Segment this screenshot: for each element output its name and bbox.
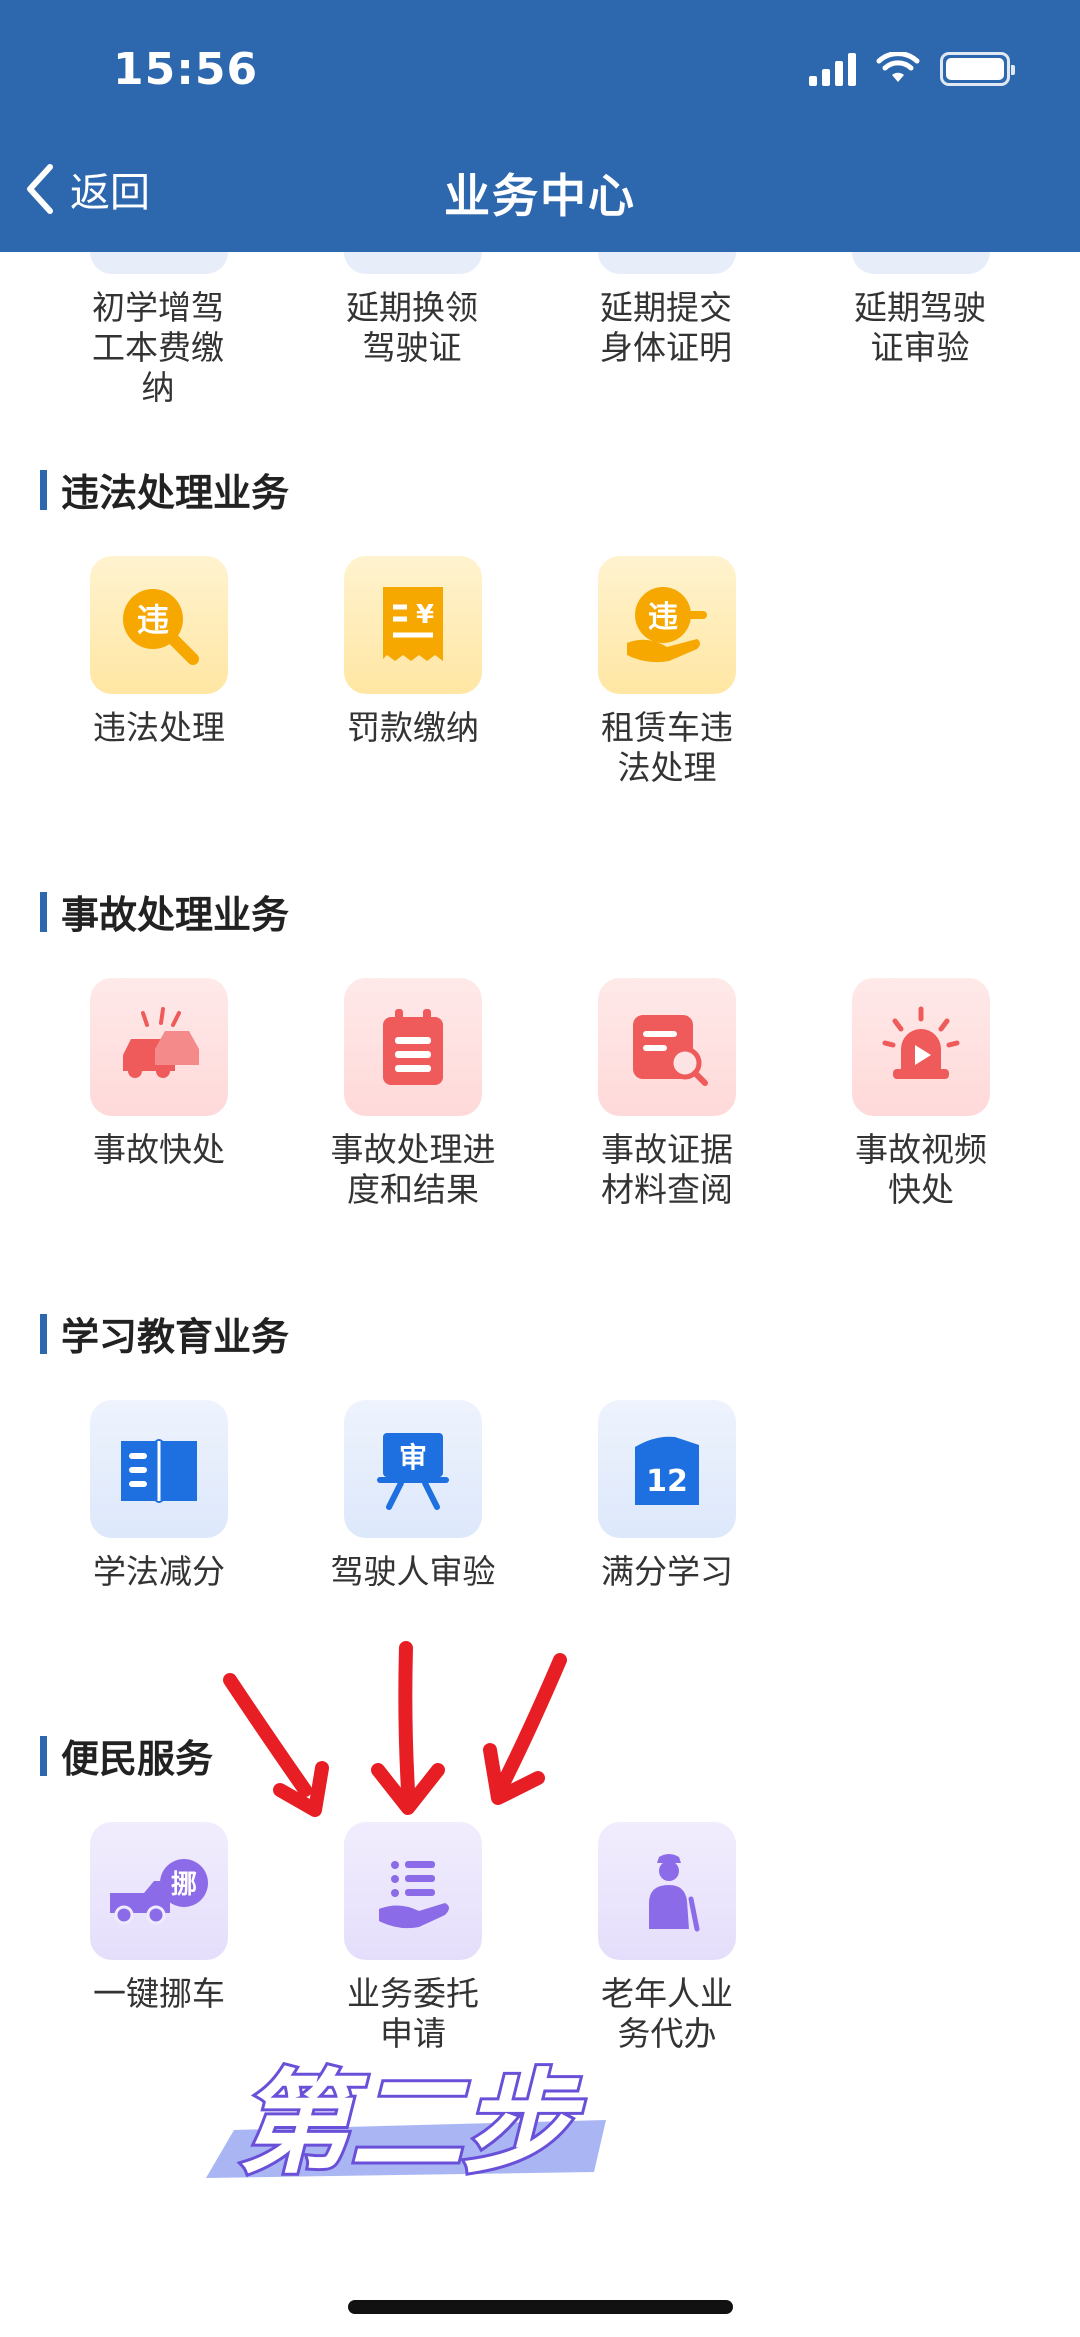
- service-label: 满分学习: [601, 1552, 733, 1591]
- service-item-accident-progress[interactable]: 事故处理进度和结果: [286, 978, 540, 1210]
- elderly-person-icon: [598, 1822, 736, 1960]
- section-title-text: 事故处理业务: [61, 893, 290, 937]
- move-glyph: 挪: [171, 1870, 197, 1900]
- book-icon: [90, 1400, 228, 1538]
- service-item-violation-handle[interactable]: 违 违法处理: [32, 556, 286, 748]
- service-item-first-time-fee[interactable]: 初学增驾工本费缴纳: [38, 288, 278, 408]
- service-label: 一键挪车: [93, 1974, 225, 2013]
- calendar-list-icon: [344, 978, 482, 1116]
- cellular-signal-icon: [809, 52, 856, 86]
- battery-icon: [940, 52, 1015, 86]
- service-label: 租赁车违法处理: [601, 708, 733, 787]
- tile-edge: [852, 252, 990, 274]
- document-search-icon: [598, 978, 736, 1116]
- service-item-extend-license[interactable]: 延期换领驾驶证: [292, 288, 532, 368]
- service-label: 老年人业务代办: [601, 1974, 733, 2053]
- alarm-video-icon: [852, 978, 990, 1116]
- annotation-arrows: [223, 1641, 567, 1817]
- service-item-driver-review[interactable]: 审 驾驶人审验: [286, 1400, 540, 1592]
- service-label: 事故视频快处: [855, 1130, 987, 1209]
- service-label: 学法减分: [93, 1552, 225, 1591]
- service-label: 延期驾驶证审验: [854, 288, 986, 367]
- service-label: 事故处理进度和结果: [330, 1130, 496, 1209]
- section-bar: [40, 1313, 47, 1354]
- tile-edge: [598, 252, 736, 274]
- svg-text:¥: ¥: [416, 600, 434, 630]
- tile-edge: [344, 252, 482, 274]
- home-indicator[interactable]: [348, 2300, 733, 2314]
- service-item-fine-payment[interactable]: ¥ 罚款缴纳: [286, 556, 540, 748]
- service-label: 罚款缴纳: [347, 708, 479, 747]
- section-bar: [40, 891, 47, 932]
- service-item-move-car[interactable]: 挪 一键挪车: [32, 1822, 286, 2014]
- wifi-icon: [876, 52, 920, 82]
- calendar-glyph: 12: [646, 1464, 688, 1499]
- section-title-text: 违法处理业务: [61, 471, 290, 515]
- tow-truck-icon: 挪: [90, 1822, 228, 1960]
- section-title-accident: 事故处理业务: [40, 884, 289, 939]
- service-label: 事故快处: [93, 1130, 225, 1169]
- service-item-rental-violation[interactable]: 违 租赁车违法处理: [540, 556, 794, 788]
- section-title-text: 便民服务: [61, 1737, 214, 1781]
- rental-violation-icon: 违: [598, 556, 736, 694]
- service-label: 延期换领驾驶证: [346, 288, 478, 367]
- service-item-extend-license-review[interactable]: 延期驾驶证审验: [800, 288, 1040, 368]
- service-item-learn-deduct[interactable]: 学法减分: [32, 1400, 286, 1592]
- tile-edge: [90, 252, 228, 274]
- step-banner: 第二步: [206, 2056, 606, 2192]
- status-icons: [809, 52, 1015, 86]
- service-label: 事故证据材料查阅: [601, 1130, 733, 1209]
- section-title-convenience: 便民服务: [40, 1728, 213, 1783]
- section-title-education: 学习教育业务: [40, 1306, 289, 1361]
- service-label: 业务委托申请: [347, 1974, 479, 2053]
- service-label: 延期提交身体证明: [600, 288, 732, 367]
- service-label: 初学增驾工本费缴纳: [92, 288, 224, 407]
- svg-text:违: 违: [137, 601, 169, 639]
- section-title-violation: 违法处理业务: [40, 462, 289, 517]
- service-item-accident-evidence[interactable]: 事故证据材料查阅: [540, 978, 794, 1210]
- service-label: 驾驶人审验: [330, 1552, 496, 1591]
- service-item-accident-video[interactable]: 事故视频快处: [794, 978, 1048, 1210]
- calendar-12-icon: 12: [598, 1400, 736, 1538]
- step-text: 第二步: [238, 2059, 585, 2189]
- svg-text:违: 违: [648, 600, 678, 635]
- app-header: 15:56 返回 业务中心: [0, 0, 1080, 252]
- page-title: 业务中心: [444, 169, 636, 223]
- section-title-text: 学习教育业务: [61, 1315, 290, 1359]
- fine-receipt-icon: ¥: [344, 556, 482, 694]
- section-bar: [40, 469, 47, 510]
- service-item-accident-quick[interactable]: 事故快处: [32, 978, 286, 1170]
- car-crash-icon: [90, 978, 228, 1116]
- service-item-business-delegate[interactable]: 业务委托申请: [286, 1822, 540, 2054]
- review-board-icon: 审: [344, 1400, 482, 1538]
- service-item-extend-health-proof[interactable]: 延期提交身体证明: [546, 288, 786, 368]
- service-item-full-score-study[interactable]: 12 满分学习: [540, 1400, 794, 1592]
- partial-top-row: 初学增驾工本费缴纳 延期换领驾驶证 延期提交身体证明 延期驾驶证审验: [0, 252, 1080, 407]
- delegate-hand-icon: [344, 1822, 482, 1960]
- status-time: 15:56: [113, 44, 259, 95]
- violation-search-icon: 违: [90, 556, 228, 694]
- section-bar: [40, 1735, 47, 1776]
- service-label: 违法处理: [93, 708, 225, 747]
- review-glyph: 审: [399, 1441, 427, 1474]
- service-item-elderly-agent[interactable]: 老年人业务代办: [540, 1822, 794, 2054]
